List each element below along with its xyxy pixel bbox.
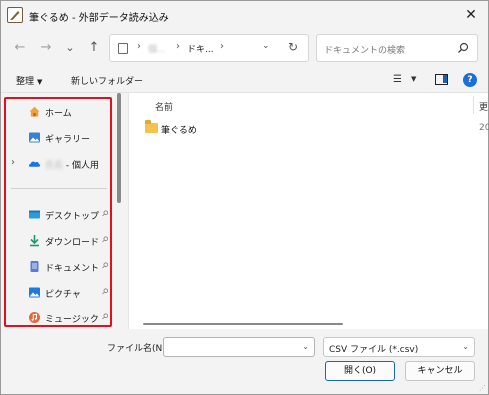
chevron-down-icon: ▼: [37, 78, 43, 86]
command-bar: 整理 ▼ 新しいフォルダー ☰ ▼ ?: [1, 67, 488, 93]
search-input[interactable]: ドキュメントの検索: [316, 34, 478, 62]
close-button[interactable]: ✕: [460, 5, 482, 25]
search-placeholder: ドキュメントの検索: [324, 46, 406, 56]
title-bar: 筆ぐるめ - 外部データ読み込み ✕: [1, 1, 488, 29]
highlight-annotation: [4, 97, 112, 327]
breadcrumb-user[interactable]: 個...: [148, 42, 166, 55]
chevron-down-icon[interactable]: ⌄: [302, 342, 309, 351]
breadcrumb-separator[interactable]: ›: [220, 41, 224, 52]
preview-pane-button[interactable]: [435, 74, 448, 85]
breadcrumb-documents[interactable]: ドキ...: [187, 42, 214, 55]
cancel-button[interactable]: キャンセル: [405, 361, 475, 381]
filename-label: ファイル名(N):: [107, 344, 169, 354]
filename-input[interactable]: ⌄: [163, 337, 315, 357]
folder-icon: [145, 120, 158, 133]
dialog-footer: ファイル名(N): ⌄ CSV ファイル (*.csv) ⌄ 開く(O) キャン…: [1, 329, 488, 394]
navigation-bar: ← → ⌄ ↑ › 個... › ドキ... › ⌄ ↻ ドキュメントの検索: [1, 29, 488, 67]
back-button[interactable]: ←: [11, 39, 29, 57]
organize-label: 整理: [16, 77, 35, 87]
chevron-down-icon: ⌄: [462, 342, 469, 351]
file-list: 名前 更 筆ぐるめ 20: [129, 93, 489, 329]
search-icon: [458, 42, 469, 53]
new-folder-button[interactable]: 新しいフォルダー: [71, 74, 143, 87]
view-options-icon[interactable]: ☰: [393, 74, 402, 85]
file-date: 20: [479, 123, 489, 133]
nav-scrollbar[interactable]: [117, 93, 121, 203]
address-dropdown-icon[interactable]: ⌄: [262, 41, 270, 51]
column-header-date[interactable]: 更: [479, 100, 488, 113]
view-options-dropdown[interactable]: ▼: [411, 75, 416, 83]
file-type-value: CSV ファイル (*.csv): [329, 345, 419, 355]
open-button[interactable]: 開く(O): [325, 361, 395, 381]
app-icon: [7, 7, 23, 23]
breadcrumb-separator[interactable]: ›: [176, 41, 180, 52]
up-button[interactable]: ↑: [85, 39, 103, 57]
list-item[interactable]: 筆ぐるめ 20: [129, 120, 489, 140]
file-open-dialog: 筆ぐるめ - 外部データ読み込み ✕ ← → ⌄ ↑ › 個... › ドキ..…: [0, 0, 489, 395]
horizontal-scrollbar[interactable]: [143, 323, 343, 325]
organize-button[interactable]: 整理 ▼: [16, 74, 42, 87]
resize-grip-icon[interactable]: ⋰: [479, 384, 486, 392]
column-divider[interactable]: [473, 96, 474, 114]
file-name: 筆ぐるめ: [161, 126, 197, 136]
refresh-button[interactable]: ↻: [288, 40, 298, 54]
breadcrumb-separator[interactable]: ›: [137, 41, 141, 52]
window-title: 筆ぐるめ - 外部データ読み込み: [29, 13, 169, 24]
address-bar[interactable]: › 個... › ドキ... › ⌄ ↻: [109, 34, 309, 62]
this-pc-icon: [118, 43, 128, 54]
forward-button[interactable]: →: [37, 39, 55, 57]
file-type-select[interactable]: CSV ファイル (*.csv) ⌄: [323, 337, 475, 357]
column-header-name[interactable]: 名前: [155, 100, 173, 113]
recent-locations-button[interactable]: ⌄: [61, 39, 79, 57]
help-icon[interactable]: ?: [463, 73, 477, 87]
